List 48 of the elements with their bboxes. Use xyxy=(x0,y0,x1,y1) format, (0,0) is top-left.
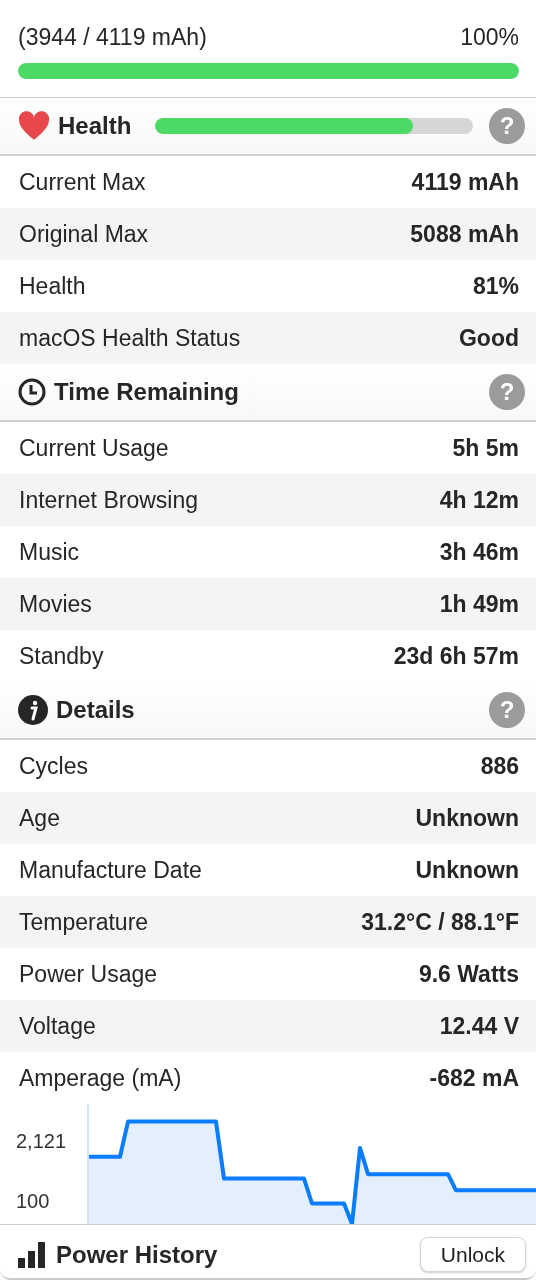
row-label: Standby xyxy=(19,641,104,671)
row-label: Cycles xyxy=(19,751,88,781)
section-title: Details xyxy=(56,695,135,725)
row-label: Power Usage xyxy=(19,959,158,989)
row-label: Voltage xyxy=(19,1011,96,1041)
row-value: 5088 mAh xyxy=(410,219,519,249)
row-value: 4119 mAh xyxy=(411,167,519,197)
unlock-button[interactable]: Unlock xyxy=(419,1236,526,1273)
footer-title: Power History xyxy=(56,1239,218,1270)
row-value: 1h 49m xyxy=(439,589,519,619)
row-label: Movies xyxy=(19,589,92,619)
clock-icon xyxy=(18,378,46,406)
row-label: Music xyxy=(19,537,80,567)
row-label: Health xyxy=(19,271,86,301)
info-icon xyxy=(18,695,48,725)
heart-icon xyxy=(18,111,50,141)
row-value: Good xyxy=(458,323,519,353)
row-value: Unknown xyxy=(415,803,519,833)
row-value: 3h 46m xyxy=(439,537,519,567)
y-tick-label: 2,121 xyxy=(16,1130,67,1153)
row-label: Temperature xyxy=(19,907,149,937)
row-value: 5h 5m xyxy=(452,433,519,463)
row-label: Manufacture Date xyxy=(19,855,202,885)
row-value: -682 mA xyxy=(429,1063,519,1093)
row-value: 81% xyxy=(472,271,519,301)
help-button[interactable]: ? xyxy=(489,108,525,144)
bar-chart-icon xyxy=(18,1241,48,1268)
row-label: Original Max xyxy=(19,219,149,249)
row-value: 23d 6h 57m xyxy=(393,641,519,671)
section-title: Health xyxy=(58,111,132,141)
row-label: Internet Browsing xyxy=(19,485,198,515)
row-label: Amperage (mA) xyxy=(19,1063,182,1093)
help-button[interactable]: ? xyxy=(489,374,525,410)
row-value: 12.44 V xyxy=(439,1011,519,1041)
row-value: Unknown xyxy=(415,855,519,885)
charge-percent: 100% xyxy=(460,23,519,52)
row-label: Age xyxy=(19,803,60,833)
row-value: 31.2°C / 88.1°F xyxy=(361,907,519,937)
charge-reading: (3944 / 4119 mAh) xyxy=(18,23,207,52)
row-value: 4h 12m xyxy=(439,485,519,515)
row-label: Current Usage xyxy=(19,433,169,463)
row-value: 886 xyxy=(480,751,519,781)
row-label: Current Max xyxy=(19,167,146,197)
row-value: 9.6 Watts xyxy=(418,959,519,989)
row-label: macOS Health Status xyxy=(19,323,241,353)
section-title: Time Remaining xyxy=(54,377,239,407)
y-tick-label: 100 xyxy=(16,1189,50,1212)
help-button[interactable]: ? xyxy=(489,692,525,728)
